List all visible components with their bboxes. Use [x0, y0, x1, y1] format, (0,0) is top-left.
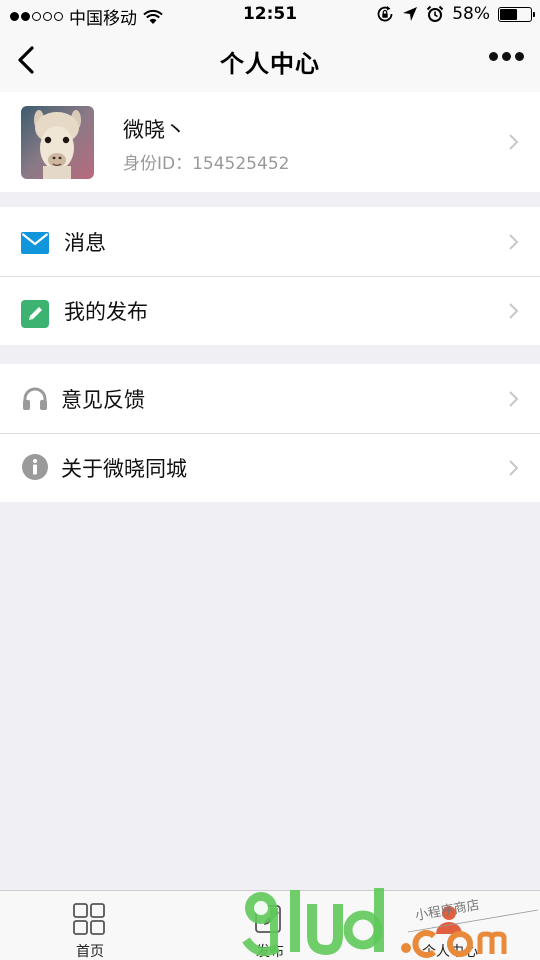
- battery-level: [500, 8, 518, 20]
- tab-profile[interactable]: 个人中心: [360, 891, 540, 960]
- menu-group-primary: 消息 我的发布: [0, 207, 540, 345]
- status-bar: 中国移动 12:51 58%: [0, 0, 540, 30]
- battery-percent: 58%: [452, 4, 490, 24]
- alpaca-avatar[interactable]: [21, 106, 94, 179]
- chevron-right-icon: [509, 460, 519, 476]
- page-title: 个人中心: [220, 50, 320, 78]
- more-dots-icon[interactable]: [489, 52, 524, 61]
- menu-item-feedback[interactable]: 意见反馈: [0, 364, 540, 433]
- rotation-lock-icon: [377, 6, 393, 22]
- navigation-bar: 个人中心: [0, 30, 540, 92]
- chevron-right-icon: [509, 303, 519, 319]
- menu-group-secondary: 意见反馈 关于微晓同城: [0, 364, 540, 502]
- edit-icon: [21, 300, 49, 328]
- menu-item-my-posts[interactable]: 我的发布: [0, 276, 540, 345]
- location-icon: [403, 7, 418, 21]
- chevron-right-icon: [509, 234, 519, 250]
- tab-home[interactable]: 首页: [0, 891, 180, 960]
- person-icon: [436, 906, 462, 934]
- chevron-right-icon: [509, 391, 519, 407]
- menu-item-label: 我的发布: [64, 300, 148, 324]
- status-right: 58%: [376, 4, 535, 24]
- battery-icon: [498, 6, 535, 22]
- menu-item-label: 消息: [64, 231, 106, 255]
- tab-publish[interactable]: 发布: [180, 891, 360, 960]
- menu-item-messages[interactable]: 消息: [0, 207, 540, 276]
- info-icon: [22, 454, 48, 480]
- tab-label: 发布: [256, 944, 284, 960]
- profile-card[interactable]: 微晓丶 身份ID：154525452: [0, 92, 540, 192]
- tab-label: 首页: [76, 944, 104, 960]
- profile-name: 微晓丶: [123, 118, 186, 142]
- menu-item-about[interactable]: 关于微晓同城: [0, 433, 540, 502]
- alarm-icon: [426, 5, 444, 22]
- tab-bar: 首页 发布 个人中心: [0, 890, 540, 960]
- headphones-icon: [23, 387, 47, 410]
- mail-icon: [21, 232, 49, 254]
- chevron-right-icon: [509, 134, 519, 150]
- profile-id: 身份ID：154525452: [123, 154, 290, 174]
- tab-label: 个人中心: [422, 944, 478, 960]
- menu-item-label: 意见反馈: [61, 388, 145, 412]
- edit-icon: [255, 905, 281, 933]
- grid-icon: [73, 903, 105, 935]
- menu-item-label: 关于微晓同城: [61, 457, 187, 481]
